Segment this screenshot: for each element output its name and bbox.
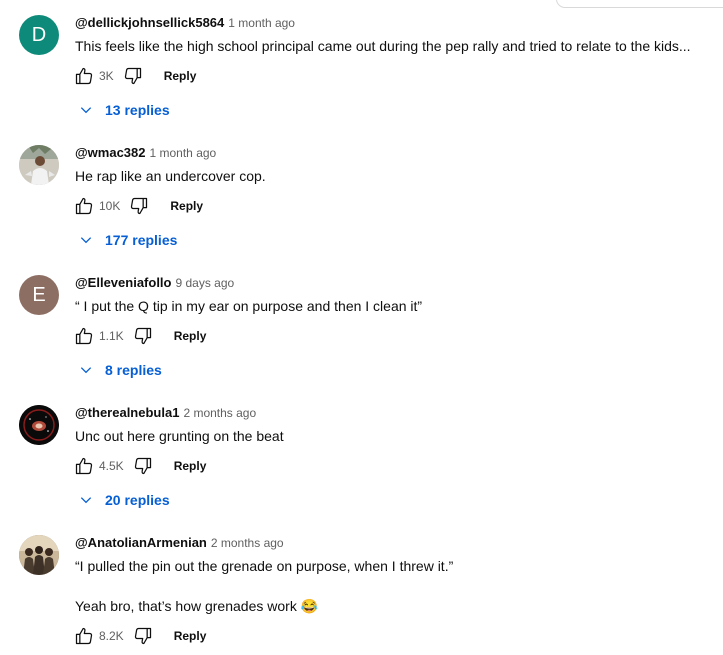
view-replies-button[interactable]: 13 replies <box>78 98 170 122</box>
comment-header: @Elleveniafollo 9 days ago <box>75 275 234 295</box>
view-replies-button[interactable]: 177 replies <box>78 228 177 252</box>
author-name[interactable]: @dellickjohnsellick5864 <box>75 15 224 30</box>
comment-header: @dellickjohnsellick5864 1 month ago <box>75 15 295 35</box>
comment-actions: 10K Reply <box>73 194 203 218</box>
comment-header: @wmac382 1 month ago <box>75 145 216 165</box>
comment-header: @AnatolianArmenian 2 months ago <box>75 535 284 555</box>
thumbs-down-icon[interactable] <box>122 65 144 87</box>
reply-button[interactable]: Reply <box>170 199 203 213</box>
comment-text: “ I put the Q tip in my ear on purpose a… <box>75 298 423 314</box>
chevron-down-icon <box>78 232 94 248</box>
author-name[interactable]: @Elleveniafollo <box>75 275 171 290</box>
reply-button[interactable]: Reply <box>174 629 207 643</box>
replies-label: 13 replies <box>105 102 170 118</box>
comment-time[interactable]: 9 days ago <box>175 276 234 290</box>
avatar[interactable] <box>19 405 59 445</box>
thumbs-down-icon[interactable] <box>132 325 154 347</box>
view-replies-button[interactable]: 8 replies <box>78 358 162 382</box>
avatar[interactable]: E <box>19 275 59 315</box>
avatar-photo <box>19 535 59 575</box>
chevron-down-icon <box>78 362 94 378</box>
chevron-down-icon <box>78 492 94 508</box>
comment-text-line-1: “I pulled the pin out the grenade on pur… <box>75 558 454 574</box>
thumbs-up-icon[interactable] <box>73 455 95 477</box>
like-count: 10K <box>99 199 121 213</box>
reply-button[interactable]: Reply <box>174 459 207 473</box>
avatar-letter: D <box>31 23 47 46</box>
like-count: 3K <box>99 69 114 83</box>
like-count: 4.5K <box>99 459 124 473</box>
reply-button[interactable]: Reply <box>164 69 197 83</box>
comment-actions: 4.5K Reply <box>73 454 206 478</box>
comment-actions: 8.2K Reply <box>73 624 206 648</box>
avatar-photo <box>19 145 59 185</box>
top-right-panel-edge <box>556 0 723 8</box>
avatar[interactable]: D <box>19 15 59 55</box>
avatar[interactable] <box>19 145 59 185</box>
chevron-down-icon <box>78 102 94 118</box>
author-name[interactable]: @therealnebula1 <box>75 405 179 420</box>
comment-actions: 1.1K Reply <box>73 324 206 348</box>
replies-label: 20 replies <box>105 492 170 508</box>
avatar-letter: E <box>32 283 46 306</box>
like-count: 8.2K <box>99 629 124 643</box>
author-name[interactable]: @AnatolianArmenian <box>75 535 207 550</box>
replies-label: 8 replies <box>105 362 162 378</box>
avatar[interactable] <box>19 535 59 575</box>
nebula-logo-icon <box>19 405 59 445</box>
thumbs-up-icon[interactable] <box>73 325 95 347</box>
comment-text: He rap like an undercover cop. <box>75 168 266 184</box>
like-count: 1.1K <box>99 329 124 343</box>
comment-time[interactable]: 2 months ago <box>183 406 256 420</box>
comment-text: Unc out here grunting on the beat <box>75 428 284 444</box>
reply-button[interactable]: Reply <box>174 329 207 343</box>
thumbs-down-icon[interactable] <box>128 195 150 217</box>
view-replies-button[interactable]: 20 replies <box>78 488 170 512</box>
comment-header: @therealnebula1 2 months ago <box>75 405 256 425</box>
replies-label: 177 replies <box>105 232 178 248</box>
thumbs-down-icon[interactable] <box>132 455 154 477</box>
comment-text: This feels like the high school principa… <box>75 38 691 54</box>
author-name[interactable]: @wmac382 <box>75 145 146 160</box>
thumbs-up-icon[interactable] <box>73 195 95 217</box>
comment-actions: 3K Reply <box>73 64 196 88</box>
thumbs-up-icon[interactable] <box>73 625 95 647</box>
comment-text-line-2: Yeah bro, that’s how grenades work 😂 <box>75 598 319 614</box>
thumbs-up-icon[interactable] <box>73 65 95 87</box>
thumbs-down-icon[interactable] <box>132 625 154 647</box>
comment-time[interactable]: 1 month ago <box>150 146 217 160</box>
comment-time[interactable]: 1 month ago <box>228 16 295 30</box>
comment-time[interactable]: 2 months ago <box>211 536 284 550</box>
